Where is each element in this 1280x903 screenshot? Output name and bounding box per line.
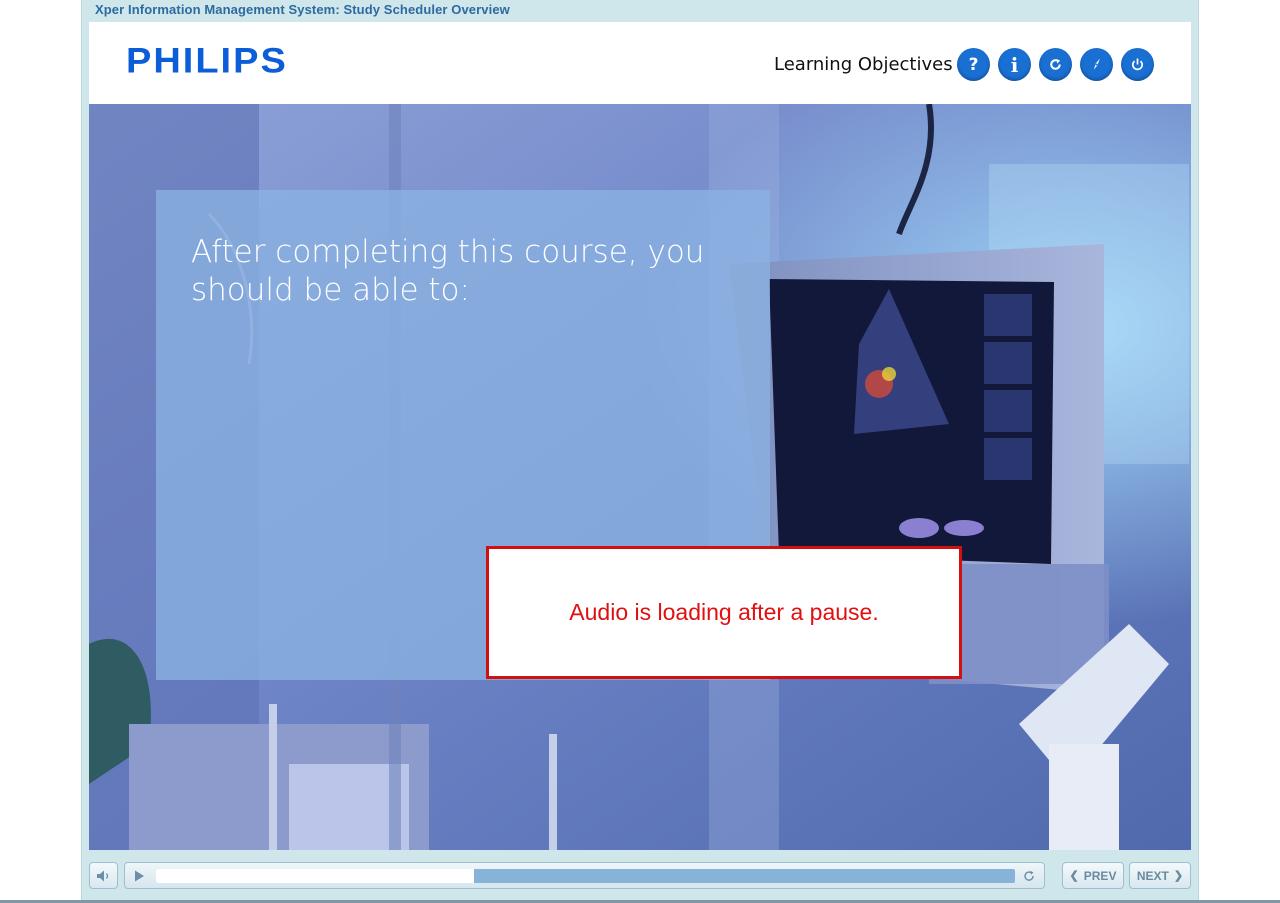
philips-logo: PHILIPS (126, 42, 288, 81)
help-button[interactable]: ? (957, 48, 990, 81)
replay-button[interactable] (1039, 48, 1072, 81)
next-button[interactable]: NEXT ❯ (1129, 862, 1191, 889)
info-button[interactable]: i (998, 48, 1031, 81)
alert-message: Audio is loading after a pause. (569, 599, 879, 625)
power-icon (1132, 58, 1143, 71)
replay-small-icon[interactable] (1022, 869, 1036, 883)
mute-button[interactable] (89, 862, 118, 889)
course-player: Xper Information Management System: Stud… (81, 0, 1199, 903)
playback-controls: ❮ PREV NEXT ❯ (82, 859, 1200, 893)
chevron-right-icon: ❯ (1173, 870, 1184, 882)
help-icon: ? (968, 54, 979, 75)
play-icon[interactable] (134, 870, 145, 882)
speaker-icon (96, 870, 108, 881)
progress-track[interactable] (156, 869, 1015, 883)
compass-button[interactable] (1080, 48, 1113, 81)
prev-button[interactable]: ❮ PREV (1062, 862, 1124, 889)
objectives-heading: After completing this course, you should… (191, 234, 705, 308)
chevron-left-icon: ❮ (1069, 870, 1079, 882)
slide-stage: After completing this course, you should… (89, 104, 1191, 850)
audio-loading-alert: Audio is loading after a pause. (486, 546, 962, 679)
compass-icon (1093, 58, 1100, 70)
seek-bar[interactable] (124, 862, 1045, 889)
next-label: NEXT (1136, 868, 1169, 883)
header-bar: PHILIPS Learning Objectives ? i (89, 22, 1191, 104)
info-icon: i (1010, 52, 1019, 77)
section-label: Learning Objectives (774, 54, 953, 75)
prev-label: PREV (1083, 868, 1117, 883)
exit-button[interactable] (1121, 48, 1154, 81)
course-title: Xper Information Management System: Stud… (95, 2, 510, 17)
progress-played (156, 869, 474, 883)
replay-icon (1050, 58, 1061, 70)
